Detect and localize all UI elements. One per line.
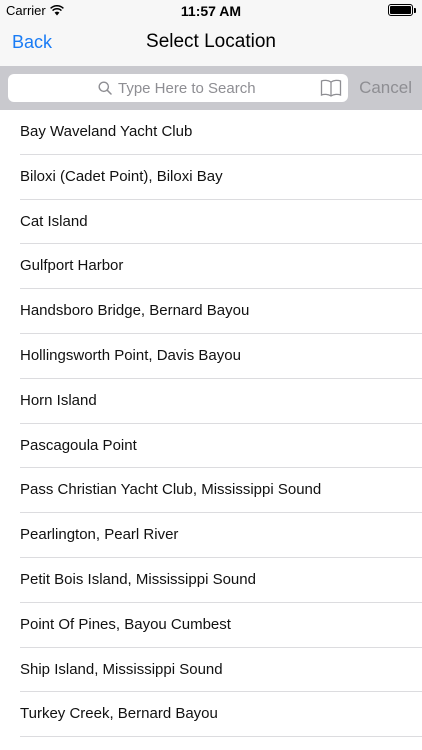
cancel-button[interactable]: Cancel [359, 78, 412, 98]
list-item[interactable]: Biloxi (Cadet Point), Biloxi Bay [0, 155, 422, 200]
status-bar: Carrier 11:57 AM [0, 0, 422, 22]
bookmark-icon[interactable] [320, 79, 342, 97]
list-item-label: Pearlington, Pearl River [20, 526, 179, 544]
navigation-bar: Back Select Location [0, 22, 422, 66]
search-field[interactable] [8, 74, 348, 102]
search-bar: Cancel [0, 66, 422, 110]
list-item[interactable]: Cat Island [0, 200, 422, 245]
list-item-label: Hollingsworth Point, Davis Bayou [20, 346, 241, 364]
list-item-label: Bay Waveland Yacht Club [20, 123, 193, 140]
list-item[interactable]: Petit Bois Island, Mississippi Sound [0, 558, 422, 603]
list-item[interactable]: Horn Island [0, 379, 422, 424]
list-item[interactable]: Ship Island, Mississippi Sound [0, 648, 422, 693]
list-item[interactable]: Pascagoula Point [0, 424, 422, 469]
list-item-label: Pascagoula Point [20, 436, 137, 454]
list-item[interactable]: Pass Christian Yacht Club, Mississippi S… [0, 468, 422, 513]
page-title: Select Location [146, 31, 276, 52]
status-time: 11:57 AM [180, 3, 242, 19]
list-item-label: Petit Bois Island, Mississippi Sound [20, 570, 256, 588]
list-item[interactable]: Gulfport Harbor [0, 244, 422, 289]
list-item[interactable]: Handsboro Bridge, Bernard Bayou [0, 289, 422, 334]
list-item-label: Gulfport Harbor [20, 257, 124, 275]
list-item[interactable]: Hollingsworth Point, Davis Bayou [0, 334, 422, 379]
search-icon [98, 81, 112, 95]
list-item-label: Handsboro Bridge, Bernard Bayou [20, 302, 250, 320]
list-item[interactable]: Point Of Pines, Bayou Cumbest [0, 603, 422, 648]
screen: Carrier 11:57 AM Back Select Location Ty… [0, 0, 422, 750]
list-item[interactable]: Turkey Creek, Bernard Bayou [0, 692, 422, 737]
battery-icon [388, 4, 416, 16]
list-item-label: Horn Island [20, 391, 97, 409]
list-item[interactable]: Bay Waveland Yacht Club [0, 110, 422, 155]
list-item-label: Turkey Creek, Bernard Bayou [20, 705, 218, 723]
list-item-label: Ship Island, Mississippi Sound [20, 660, 223, 678]
list-item[interactable]: Pearlington, Pearl River [0, 513, 422, 558]
location-list: Bay Waveland Yacht Club Biloxi (Cadet Po… [0, 110, 422, 737]
search-input[interactable] [118, 79, 258, 97]
list-item-label: Pass Christian Yacht Club, Mississippi S… [20, 481, 322, 499]
list-item-label: Cat Island [20, 212, 88, 230]
list-item-label: Point Of Pines, Bayou Cumbest [20, 615, 231, 633]
list-item-label: Biloxi (Cadet Point), Biloxi Bay [20, 167, 223, 185]
